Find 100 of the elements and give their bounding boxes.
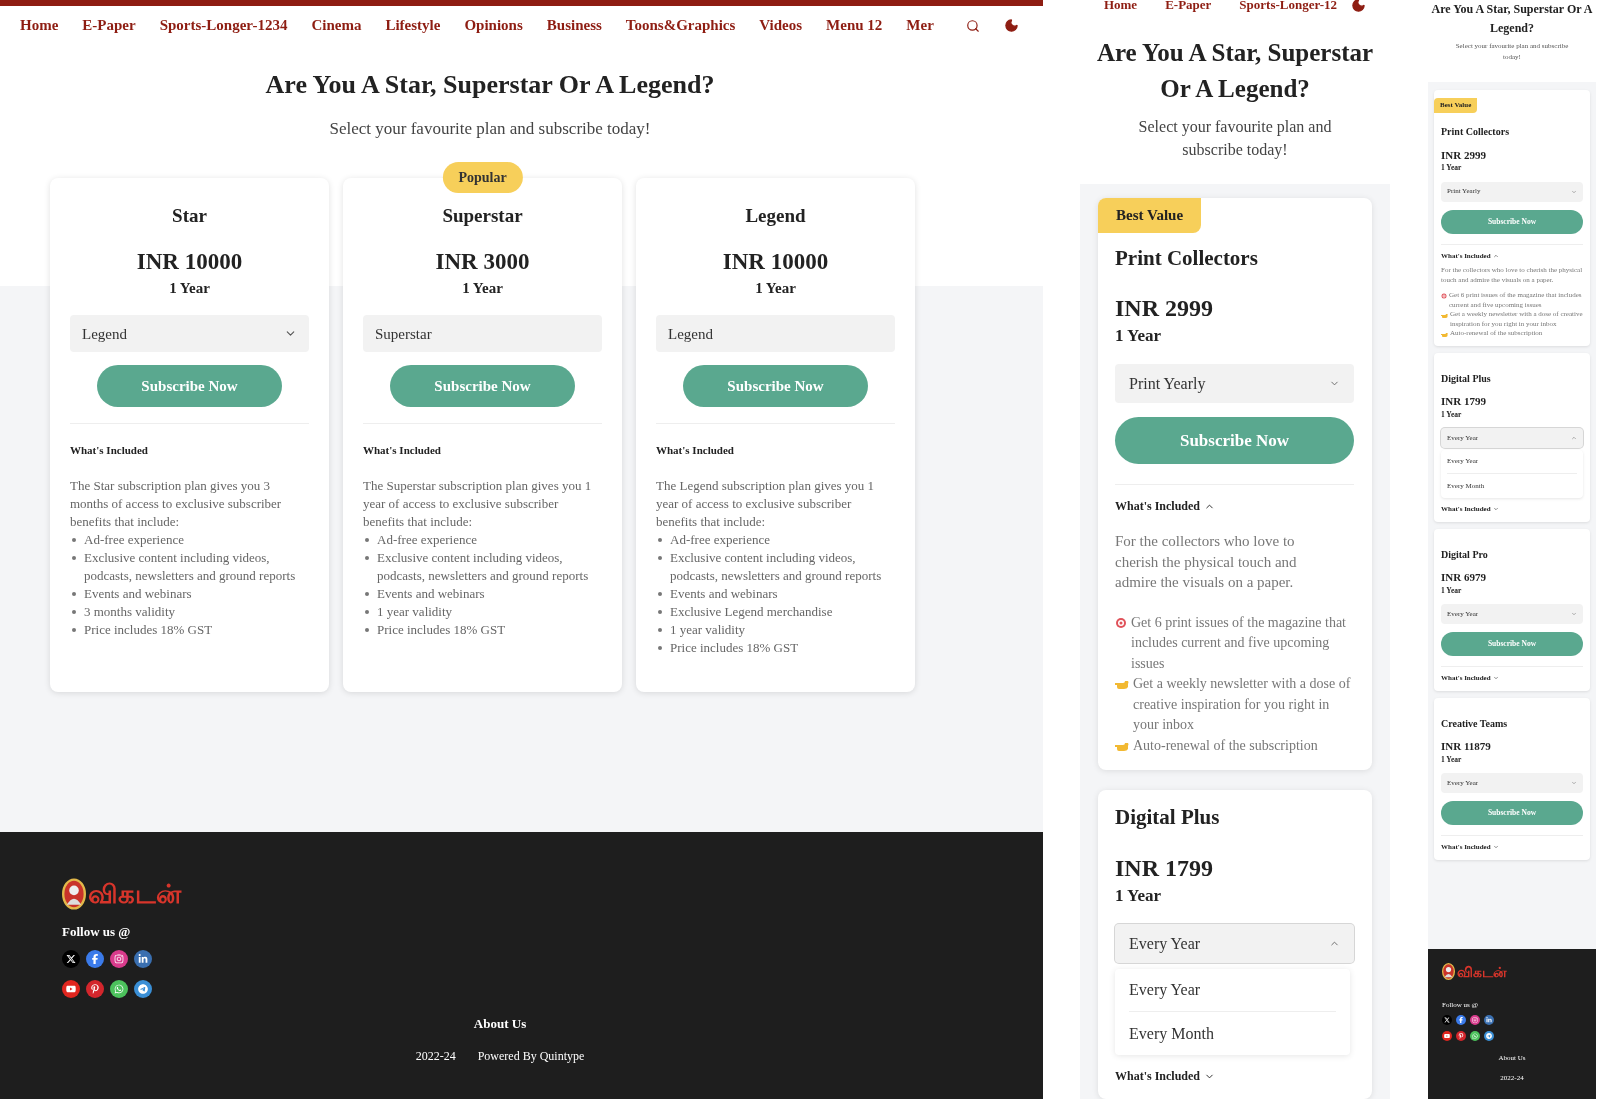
youtube-icon[interactable] xyxy=(62,979,80,998)
plan-period: 1 Year xyxy=(754,278,797,298)
powered-by-text: Powered By Quintype xyxy=(477,1048,585,1065)
bullet-icon xyxy=(72,591,76,596)
x-logo-icon[interactable] xyxy=(1442,1014,1452,1025)
target-icon xyxy=(1441,293,1447,299)
plan-description: The Superstar subscription plan gives you 1 year of access to exclusive subscriber benefits that include: xyxy=(363,476,593,531)
bullet-icon xyxy=(72,627,76,632)
telegram-icon[interactable] xyxy=(1484,1030,1494,1041)
plan-price: INR 11879 xyxy=(1441,740,1492,754)
chevron-up-icon xyxy=(1492,252,1499,259)
plan-price: INR 1799 xyxy=(1441,395,1487,409)
page-subheading: Select your favourite plan and subscribe today! xyxy=(328,118,652,140)
bullet-icon xyxy=(72,555,76,560)
plan-select[interactable]: Legend xyxy=(70,315,309,353)
bullet-icon xyxy=(72,609,76,614)
page-heading: Are You A Star, Superstar Or A Legend? xyxy=(264,69,716,101)
nav-link[interactable]: Business xyxy=(546,14,602,37)
plan-price: INR 6979 xyxy=(1441,571,1487,585)
nav-link[interactable]: Home xyxy=(20,14,59,37)
nav-link[interactable]: E-Paper xyxy=(82,14,136,37)
feature-text: Price includes 18% GST xyxy=(670,638,799,657)
linkedin-icon[interactable] xyxy=(1484,1014,1494,1025)
chevron-down-icon xyxy=(1571,611,1577,617)
nav-link[interactable]: Mer xyxy=(906,14,934,37)
bullet-icon xyxy=(658,591,662,596)
feature-text: Ad-free experience xyxy=(670,530,770,549)
page-heading: Are You A Star, Superstar Or A Legend? xyxy=(1095,38,1375,104)
logo-text: விகடன் xyxy=(1457,964,1507,979)
plan-price: INR 1799 xyxy=(1115,853,1214,883)
bullet-icon xyxy=(658,627,662,632)
moon-icon[interactable] xyxy=(1003,18,1019,33)
nav-link[interactable]: Opinions xyxy=(464,14,523,37)
telegram-icon[interactable] xyxy=(134,979,152,998)
plan-description: The Legend subscription plan gives you 1 year of access to exclusive subscriber benefits that include: xyxy=(656,476,876,531)
nav-link[interactable]: Sports-Longer-1234 xyxy=(159,14,288,37)
nav-link[interactable]: Lifestyle xyxy=(385,14,441,37)
nav-link[interactable]: Cinema xyxy=(311,14,362,37)
nav-link[interactable]: Menu 12 xyxy=(826,14,883,37)
feature-text: Exclusive content including videos, podcasts, newsletters and ground reports xyxy=(377,548,590,585)
facebook-icon[interactable] xyxy=(86,949,104,968)
bullet-icon xyxy=(658,609,662,614)
feature-text: Auto-renewal of the subscription xyxy=(1133,736,1318,755)
nav-link[interactable]: Toons&Graphics xyxy=(625,14,736,37)
chevron-down-icon xyxy=(1571,188,1577,195)
instagram-icon[interactable] xyxy=(1470,1014,1480,1025)
dropdown-option[interactable]: Every Year xyxy=(1129,969,1336,1012)
plan-select[interactable]: Legend xyxy=(656,315,895,353)
whats-included-toggle[interactable]: What's Included xyxy=(1115,497,1355,516)
whats-included-label: What's Included xyxy=(363,443,442,459)
plan-description: The Star subscription plan gives you 3 months of access to exclusive subscriber benefits that include: xyxy=(70,476,283,531)
dropdown-option[interactable]: Every Month xyxy=(1129,1012,1336,1055)
search-icon[interactable] xyxy=(965,18,980,33)
feature-text: Events and webinars xyxy=(670,584,778,603)
pinterest-icon[interactable] xyxy=(1456,1030,1466,1041)
feature-text: 1 year validity xyxy=(377,602,453,621)
about-us-link[interactable]: About Us xyxy=(473,1013,527,1033)
chevron-down-icon xyxy=(1492,506,1499,513)
nav-link[interactable]: Sports-Longer-12 xyxy=(1239,0,1338,15)
bullet-icon xyxy=(365,537,369,542)
plan-select[interactable]: Print Yearly xyxy=(1115,364,1354,404)
facebook-icon[interactable] xyxy=(1456,1014,1466,1025)
plan-name: Superstar xyxy=(441,203,524,228)
feature-text: Exclusive Legend merchandise xyxy=(670,602,833,621)
feature-text: Get 6 print issues of the magazine that includes current and five upcoming issues xyxy=(1131,613,1347,673)
instagram-icon[interactable] xyxy=(110,949,128,968)
feature-text: Exclusive content including videos, podcasts, newsletters and ground reports xyxy=(84,548,297,585)
nav-link[interactable]: Videos xyxy=(759,14,803,37)
plan-price: INR 10000 xyxy=(135,248,244,276)
feature-text: Events and webinars xyxy=(84,584,192,603)
moon-icon[interactable] xyxy=(1351,0,1367,13)
pinterest-icon[interactable] xyxy=(86,979,104,998)
feature-text: Events and webinars xyxy=(377,584,485,603)
nav-link[interactable]: E-Paper xyxy=(1165,0,1212,15)
plan-price: INR 2999 xyxy=(1115,293,1214,323)
plan-price: INR 10000 xyxy=(721,248,830,276)
plan-select[interactable]: Every Year xyxy=(1115,924,1354,963)
bullet-icon xyxy=(658,537,662,542)
plan-select[interactable]: Superstar xyxy=(363,315,602,353)
bullet-icon xyxy=(72,537,76,542)
youtube-icon[interactable] xyxy=(1442,1030,1452,1041)
plan-name: Print Collectors xyxy=(1441,126,1511,139)
page-heading: Are You A Star, Superstar Or A Legend? xyxy=(1430,1,1594,37)
whatsapp-icon[interactable] xyxy=(1470,1030,1480,1041)
linkedin-icon[interactable] xyxy=(134,949,152,968)
copyright-year: 2022-24 xyxy=(415,1048,456,1065)
feature-text: Exclusive content including videos, podcasts, newsletters and ground reports xyxy=(670,548,883,585)
plan-name: Legend xyxy=(744,203,807,228)
feature-text: Price includes 18% GST xyxy=(84,620,213,639)
logo-emblem-icon xyxy=(62,878,86,910)
bullet-icon xyxy=(365,591,369,596)
chevron-down-icon xyxy=(1492,844,1499,851)
whatsapp-icon[interactable] xyxy=(110,979,128,998)
nav-link[interactable]: Home xyxy=(1103,0,1138,15)
bullet-icon xyxy=(365,627,369,632)
plan-name: Star xyxy=(171,203,208,228)
plan-name: Digital Pro xyxy=(1441,548,1489,561)
x-logo-icon[interactable] xyxy=(62,949,80,968)
chevron-down-icon xyxy=(1571,780,1577,786)
whats-included-toggle[interactable]: What's Included xyxy=(1115,1067,1355,1085)
